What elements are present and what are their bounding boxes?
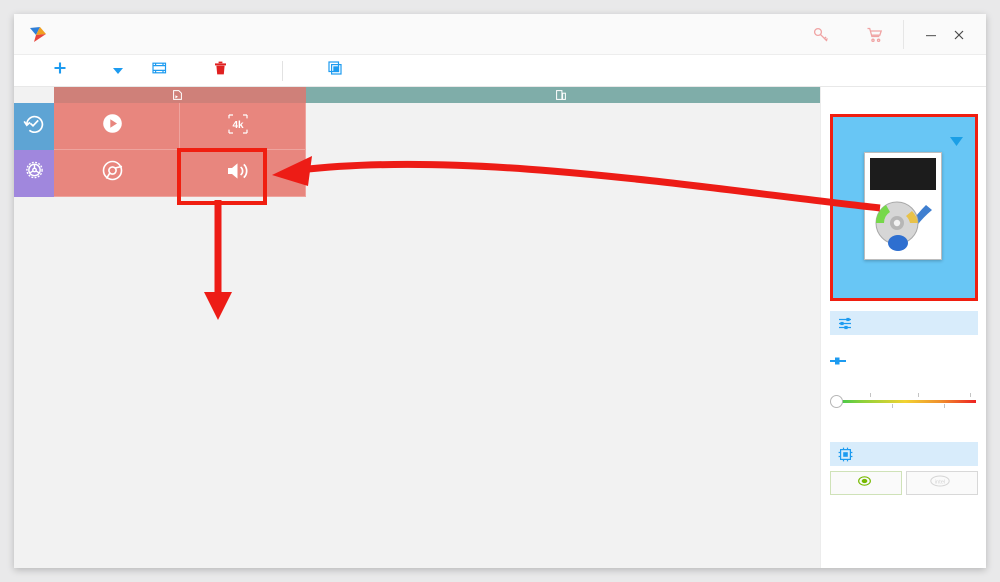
left-pane: 4k	[14, 87, 820, 568]
app-window: 4k intel	[14, 14, 986, 568]
slider-tick	[970, 393, 971, 397]
output-format-thumbnail	[864, 152, 942, 260]
trash-icon	[214, 61, 227, 81]
accelerator-row: intel	[830, 471, 978, 495]
intel-accelerator-button[interactable]: intel	[906, 471, 978, 495]
svg-text:intel: intel	[935, 480, 946, 486]
4k-icon: 4k	[228, 113, 248, 139]
app-logo-icon	[28, 25, 48, 45]
close-button[interactable]	[932, 14, 986, 55]
merge-button[interactable]	[319, 55, 358, 87]
file-icon	[173, 90, 182, 100]
plus-icon	[53, 61, 67, 80]
category-band: 4k	[14, 87, 820, 197]
format-grid	[14, 197, 820, 568]
toolbar-divider	[282, 60, 283, 81]
slider-tick	[918, 393, 919, 397]
output-format-thumb-tag	[870, 158, 936, 190]
video-folder-icon	[152, 61, 167, 80]
slider-tick	[892, 404, 893, 408]
output-format-chevron-down-icon[interactable]	[950, 133, 963, 151]
sidebar-item-history[interactable]	[14, 103, 54, 150]
right-panel: intel	[820, 87, 986, 568]
parameter-settings-button[interactable]	[830, 311, 978, 335]
clear-button[interactable]	[205, 55, 243, 87]
main-toolbar	[14, 55, 986, 87]
svg-text:4k: 4k	[232, 120, 244, 131]
gear-icon	[23, 159, 46, 186]
disc-note-icon	[868, 191, 938, 257]
chip-icon	[838, 447, 853, 462]
category-tile-video[interactable]	[54, 103, 180, 150]
sidebar-item-custom[interactable]	[14, 150, 54, 197]
main-body: 4k intel	[14, 87, 986, 568]
title-bar	[14, 14, 986, 55]
chrome-icon	[102, 160, 123, 186]
key-icon[interactable]	[794, 14, 848, 55]
play-icon	[102, 113, 123, 139]
merge-icon	[328, 61, 342, 80]
add-files-dropdown-button[interactable]	[105, 55, 131, 87]
add-files-button[interactable]	[44, 55, 83, 87]
quality-slider[interactable]	[830, 390, 978, 420]
cart-icon[interactable]	[848, 14, 902, 55]
nvidia-accelerator-button[interactable]	[830, 471, 902, 495]
add-video-folder-button[interactable]	[143, 55, 183, 87]
intel-icon: intel	[930, 474, 950, 492]
sliders-icon	[838, 317, 853, 330]
slider-tick	[944, 404, 945, 408]
category-tile-4khd[interactable]: 4k	[180, 103, 306, 150]
select-format-header	[54, 87, 306, 103]
device-icon	[555, 90, 566, 100]
history-icon	[22, 113, 46, 139]
quality-slider-track	[834, 400, 976, 403]
select-device-header	[306, 87, 820, 103]
nvidia-icon	[857, 474, 872, 492]
slider-tick	[870, 393, 871, 397]
output-format-box[interactable]	[830, 114, 978, 301]
hardware-acceleration-button[interactable]	[830, 442, 978, 466]
quality-slider-knob[interactable]	[830, 395, 843, 408]
category-tile-web[interactable]	[54, 150, 180, 197]
audio-category-highlight-box	[177, 148, 267, 205]
quick-setting-button[interactable]	[830, 353, 854, 371]
slider-handle-icon	[830, 353, 846, 371]
chevron-down-icon	[113, 67, 123, 74]
